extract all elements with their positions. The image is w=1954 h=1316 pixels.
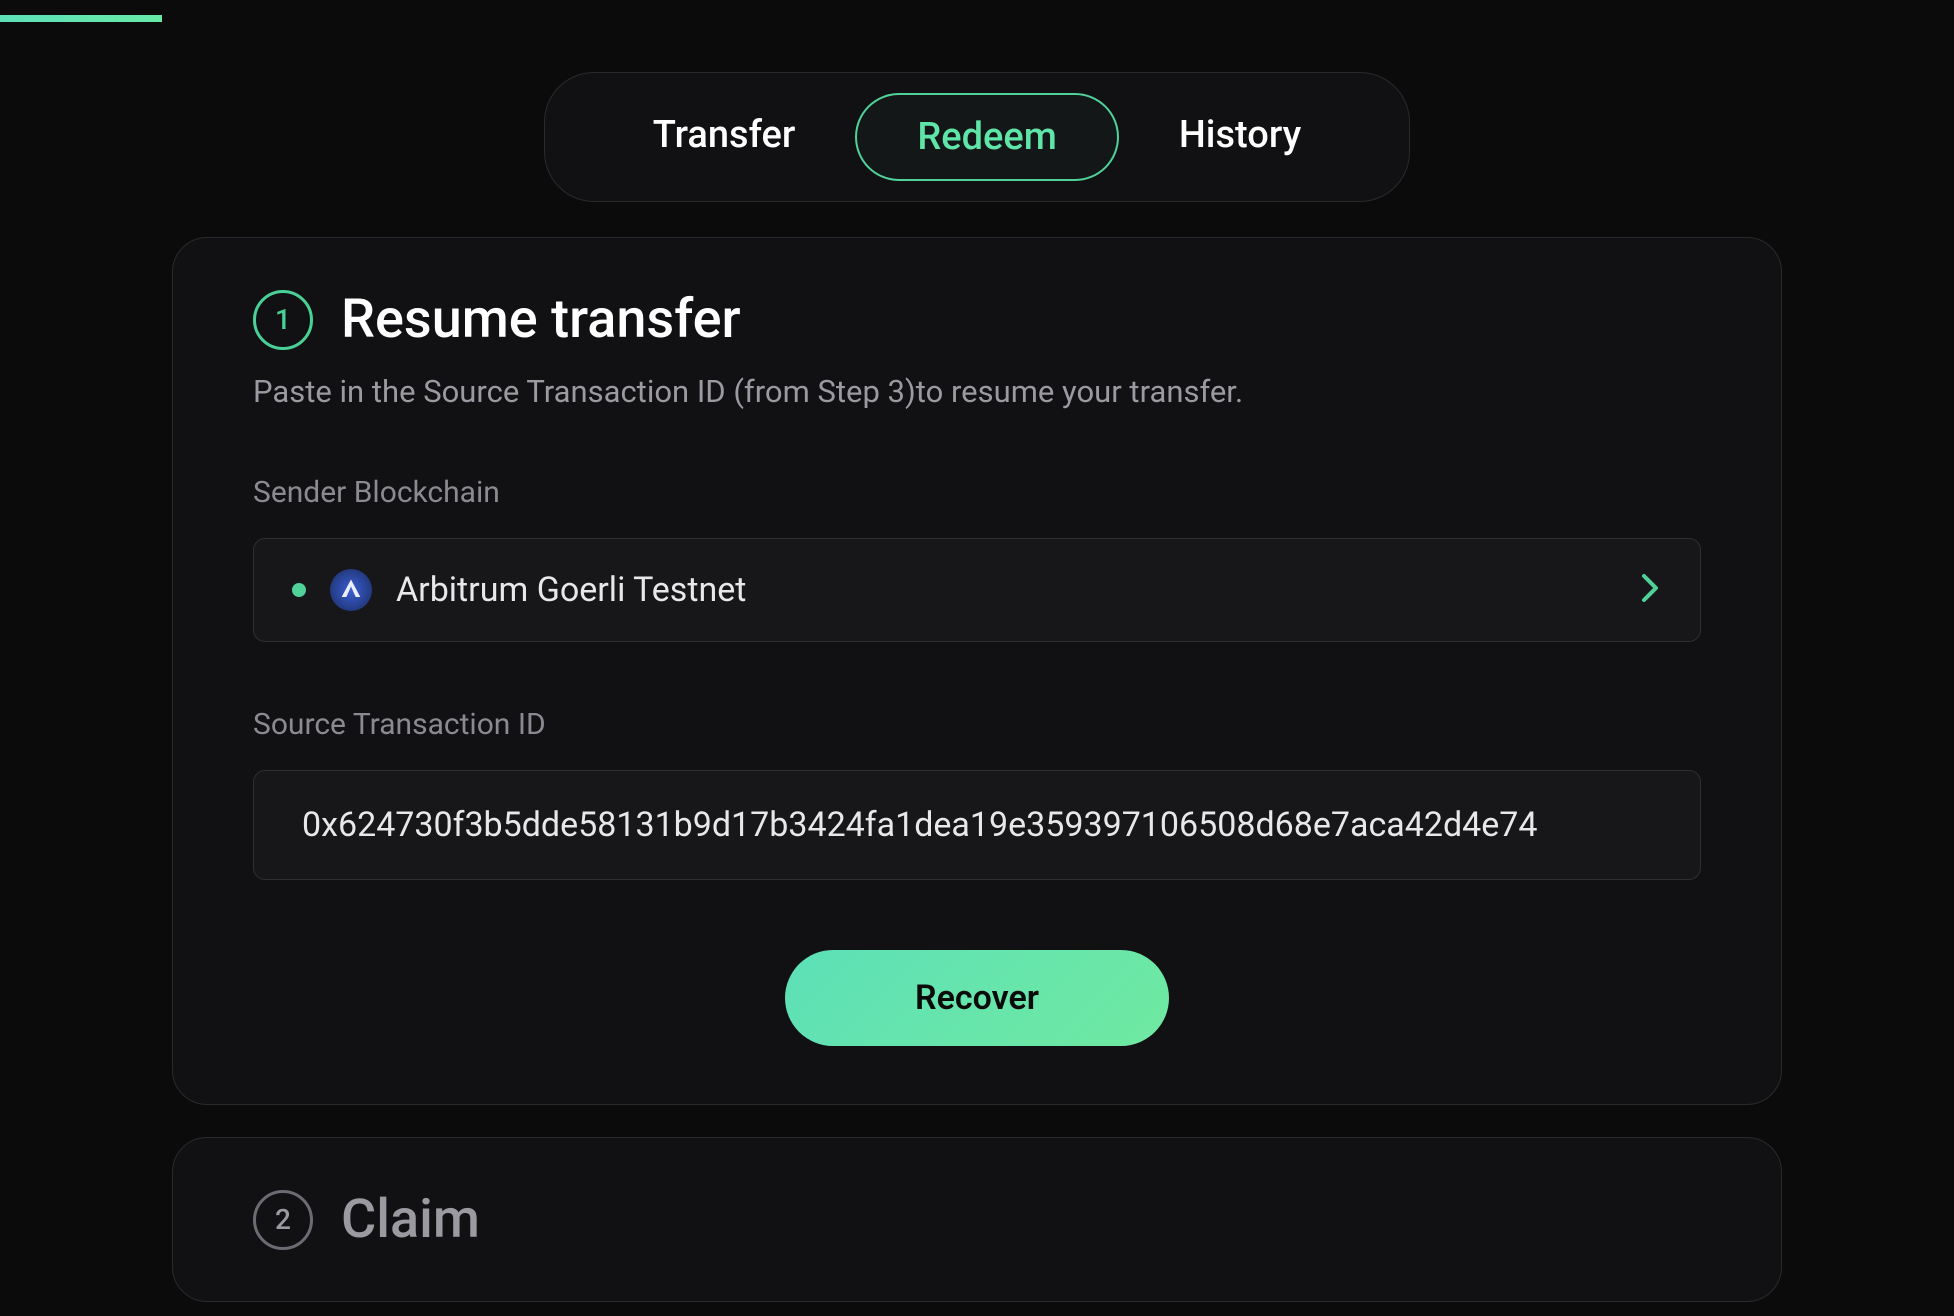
tab-history[interactable]: History xyxy=(1119,93,1361,181)
resume-transfer-card: 1 Resume transfer Paste in the Source Tr… xyxy=(172,237,1782,1105)
step2-number-badge: 2 xyxy=(253,1190,313,1250)
step2-title: Claim xyxy=(341,1188,480,1251)
recover-button[interactable]: Recover xyxy=(785,950,1169,1046)
source-tx-input[interactable] xyxy=(253,770,1701,880)
tab-redeem[interactable]: Redeem xyxy=(855,93,1119,181)
sender-blockchain-select[interactable]: Arbitrum Goerli Testnet xyxy=(253,538,1701,642)
tab-transfer[interactable]: Transfer xyxy=(593,93,856,181)
sender-blockchain-label: Sender Blockchain xyxy=(253,475,1701,510)
sender-blockchain-value: Arbitrum Goerli Testnet xyxy=(292,569,746,611)
step2-header: 2 Claim xyxy=(253,1188,1701,1251)
step1-subtitle: Paste in the Source Transaction ID (from… xyxy=(253,373,1701,410)
source-tx-label: Source Transaction ID xyxy=(253,707,1701,742)
chevron-right-icon xyxy=(1638,570,1662,610)
tab-bar: Transfer Redeem History xyxy=(544,72,1410,202)
progress-bar xyxy=(0,15,162,22)
step1-number-badge: 1 xyxy=(253,290,313,350)
sender-blockchain-name: Arbitrum Goerli Testnet xyxy=(396,570,746,610)
claim-card: 2 Claim xyxy=(172,1137,1782,1302)
arbitrum-icon xyxy=(330,569,372,611)
step1-header: 1 Resume transfer xyxy=(253,288,1701,351)
connected-status-dot xyxy=(292,583,306,597)
step1-title: Resume transfer xyxy=(341,288,741,351)
